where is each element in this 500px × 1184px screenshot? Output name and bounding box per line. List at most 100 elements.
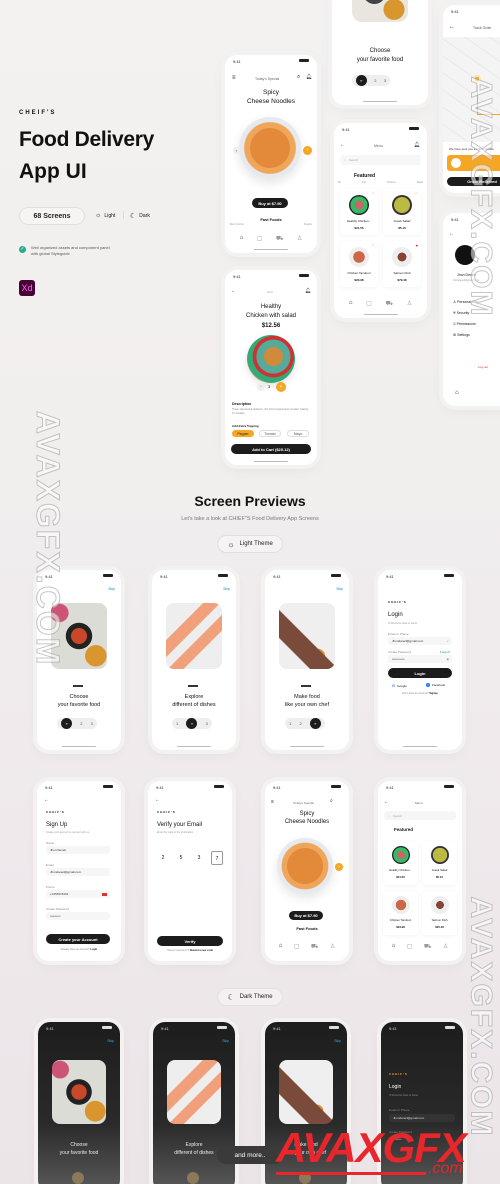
- page-indicator[interactable]: 2: [299, 721, 301, 726]
- heart-icon[interactable]: ♡: [414, 191, 418, 196]
- otp-digit-active[interactable]: 7: [211, 851, 223, 865]
- search-input[interactable]: ⌕ Search: [340, 155, 421, 165]
- category-right[interactable]: Snacks: [304, 223, 312, 226]
- page-indicator[interactable]: 2: [80, 721, 82, 726]
- search-icon[interactable]: ⌕: [330, 798, 333, 804]
- nav-profile-icon[interactable]: ♙: [443, 943, 448, 951]
- skip-link[interactable]: Skip: [222, 1039, 229, 1043]
- back-arrow-icon[interactable]: ←: [231, 288, 236, 294]
- name-field[interactable]: Jhon Deneil: [46, 846, 110, 854]
- nav-bag-icon[interactable]: ▢: [257, 235, 263, 243]
- page-indicator[interactable]: 1: [176, 721, 178, 726]
- nav-cart-icon[interactable]: ⛟: [424, 943, 432, 951]
- page-indicator[interactable]: 3: [206, 721, 208, 726]
- back-arrow-icon[interactable]: ←: [384, 799, 389, 805]
- menu-item-card[interactable]: Healthy Chicken... $21.56 ♡: [340, 189, 378, 235]
- forgot-link[interactable]: Forgot?: [440, 650, 450, 654]
- back-arrow-icon[interactable]: ←: [340, 142, 345, 148]
- next-button[interactable]: [72, 1172, 84, 1184]
- email-field[interactable]: Jhondaneil@gmail.com: [389, 1114, 455, 1122]
- skip-link[interactable]: Skip: [223, 587, 230, 591]
- nav-home-icon[interactable]: ⌂: [455, 390, 459, 396]
- verify-button[interactable]: Verify: [157, 936, 223, 946]
- next-button[interactable]: »: [309, 718, 321, 729]
- menu-item-card[interactable]: Greek Salad $5.10: [422, 841, 457, 885]
- buy-button[interactable]: Buy at $7.90: [252, 198, 288, 208]
- nav-profile-icon[interactable]: ♙: [407, 300, 412, 308]
- login-button[interactable]: Login: [388, 668, 452, 678]
- page-2[interactable]: 2: [374, 78, 376, 83]
- nav-bag-icon[interactable]: ▢: [366, 300, 372, 308]
- qty-plus-button[interactable]: +: [276, 382, 286, 392]
- bell-icon[interactable]: 🔔︎: [306, 74, 312, 80]
- nav-home-icon[interactable]: ⌂: [392, 943, 396, 951]
- nav-cart-icon[interactable]: ⛟: [276, 235, 284, 243]
- signup-link[interactable]: Signup: [429, 692, 437, 695]
- otp-digit[interactable]: 2: [157, 851, 169, 865]
- otp-digit[interactable]: 5: [175, 851, 187, 865]
- back-arrow-icon[interactable]: ←: [449, 24, 455, 30]
- onboard-pager[interactable]: » 2 3: [352, 75, 390, 86]
- page-3[interactable]: 3: [384, 78, 386, 83]
- category-left[interactable]: Best Combo: [230, 223, 244, 226]
- heart-icon[interactable]: ♡: [371, 243, 375, 248]
- tab-top[interactable]: Top: [362, 181, 366, 184]
- next-button[interactable]: »: [186, 718, 198, 729]
- tab-featured[interactable]: Featured: [354, 173, 375, 179]
- resend-link[interactable]: Resend a new code: [190, 949, 213, 952]
- onboard-pager[interactable]: » 2 3: [57, 718, 97, 729]
- otp-digit[interactable]: 3: [193, 851, 205, 865]
- tab-salad[interactable]: Salad: [417, 181, 423, 184]
- back-arrow-icon[interactable]: ←: [449, 231, 454, 237]
- next-arrow-icon[interactable]: ›: [303, 146, 312, 155]
- skip-link[interactable]: Skip: [107, 1039, 114, 1043]
- menu-icon[interactable]: ≡: [271, 799, 274, 805]
- nav-home-icon[interactable]: ⌂: [279, 943, 283, 951]
- nav-home-icon[interactable]: ⌂: [349, 300, 353, 308]
- topping-mayo[interactable]: Mayo: [287, 430, 309, 437]
- topping-pepper[interactable]: Pepper: [232, 430, 254, 437]
- nav-home-icon[interactable]: ⌂: [240, 235, 244, 243]
- tab-featured[interactable]: Featured: [394, 827, 413, 832]
- buy-button[interactable]: Buy at $7.90: [289, 911, 323, 920]
- tab-chicken[interactable]: Chicken: [387, 181, 396, 184]
- menu-item-card[interactable]: Greek Salad $5.10 ♡: [383, 189, 421, 235]
- back-arrow-icon[interactable]: ←: [44, 797, 49, 803]
- cart-icon[interactable]: 🔔︎: [414, 142, 420, 148]
- add-to-cart-button[interactable]: Add to Cart ($25.12): [231, 444, 311, 454]
- skip-link[interactable]: Skip: [336, 587, 343, 591]
- profile-item-settings[interactable]: ⚙ Settings: [453, 330, 478, 341]
- nav-cart-icon[interactable]: ⛟: [311, 943, 319, 951]
- logout-link[interactable]: Log out: [478, 365, 488, 369]
- phone-field[interactable]: +0154515151: [46, 890, 110, 898]
- profile-item-permissions[interactable]: ⚿ Permissions: [453, 319, 478, 330]
- search-input[interactable]: ⌕ Search: [384, 811, 456, 820]
- topping-tomato[interactable]: Tomato: [259, 430, 281, 437]
- next-button[interactable]: »: [61, 718, 73, 729]
- facebook-login-button[interactable]: f Facebook: [426, 683, 445, 687]
- page-indicator[interactable]: 3: [91, 721, 93, 726]
- login-link[interactable]: Login: [90, 948, 97, 951]
- tab-all[interactable]: All: [338, 181, 341, 184]
- eye-icon[interactable]: ◉: [446, 657, 449, 661]
- skip-link[interactable]: Skip: [334, 1039, 341, 1043]
- email-field[interactable]: Jhondaneil@gmail.com ✓: [388, 637, 452, 645]
- onboard-pager[interactable]: 1 » 3: [172, 718, 212, 729]
- menu-item-card[interactable]: Healthy Chicken... $21.56: [383, 841, 418, 885]
- google-login-button[interactable]: G Google: [392, 683, 407, 688]
- next-button[interactable]: [187, 1172, 199, 1184]
- menu-item-card[interactable]: Salmon Dish $25.48: [422, 891, 457, 935]
- back-arrow-icon[interactable]: ←: [155, 797, 160, 803]
- menu-item-card[interactable]: Chicken Tandoori $23.98 ♡: [340, 241, 378, 287]
- menu-icon[interactable]: ≡: [232, 75, 236, 81]
- heart-icon[interactable]: ♡: [371, 191, 375, 196]
- search-icon[interactable]: ⌕: [297, 74, 300, 81]
- qty-minus-button[interactable]: −: [257, 383, 265, 391]
- skip-link[interactable]: Skip: [108, 587, 115, 591]
- password-field[interactable]: ••••••••••: [46, 912, 110, 920]
- nav-cart-icon[interactable]: ⛟: [386, 300, 394, 308]
- nav-bag-icon[interactable]: ▢: [294, 943, 300, 951]
- prev-arrow-icon[interactable]: ‹: [233, 147, 240, 154]
- next-arrow-icon[interactable]: ›: [335, 863, 343, 871]
- page-indicator[interactable]: 1: [289, 721, 291, 726]
